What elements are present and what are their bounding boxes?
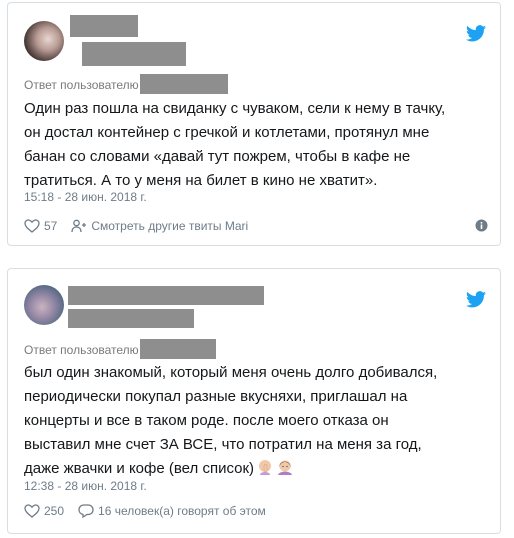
avatar[interactable] (24, 21, 64, 61)
redacted-reply-target (139, 339, 216, 359)
redacted-username (68, 309, 194, 328)
reply-to-text: Ответ пользователю (24, 343, 139, 357)
info-icon[interactable] (475, 219, 488, 232)
like-count: 57 (44, 219, 58, 233)
tweet-text: был один знакомый, который меня очень до… (24, 361, 488, 481)
tweet-actions: 57 Смотреть другие твиты Mari (24, 217, 488, 235)
like-count: 250 (44, 504, 65, 518)
tweet-timestamp[interactable]: 15:18 - 28 июн. 2018 г. (24, 190, 147, 204)
avatar[interactable] (24, 285, 64, 325)
heart-icon[interactable] (24, 219, 40, 233)
more-tweets-link[interactable]: Смотреть другие твиты Mari (91, 219, 248, 233)
tweet-card[interactable]: Ответ пользователю Один раз пошла на сви… (7, 2, 501, 246)
twitter-bird-icon[interactable] (466, 291, 486, 308)
facepalm-emoji-icon (256, 458, 274, 476)
user-icon[interactable] (71, 219, 87, 233)
shrug-emoji-icon (276, 458, 294, 476)
comment-icon[interactable] (78, 504, 94, 518)
tweet-text: Один раз пошла на свиданку с чуваком, се… (24, 100, 446, 189)
redacted-username (82, 42, 186, 66)
tweet-card[interactable]: Ответ пользователю был один знакомый, ко… (7, 268, 501, 534)
tweet-text-content: был один знакомый, который меня очень до… (24, 364, 438, 477)
tweet-actions: 250 16 человек(а) говорят об этом (24, 502, 488, 520)
redacted-display-name (68, 286, 264, 305)
heart-icon[interactable] (24, 504, 40, 518)
twitter-bird-icon[interactable] (466, 25, 486, 42)
reply-to-text: Ответ пользователю (24, 78, 139, 92)
reply-to-label: Ответ пользователю (24, 74, 228, 94)
reply-to-label: Ответ пользователю (24, 339, 216, 359)
redacted-display-name (70, 15, 138, 37)
redacted-reply-target (139, 74, 228, 94)
tweet-timestamp[interactable]: 12:38 - 28 июн. 2018 г. (24, 479, 147, 493)
conversation-link[interactable]: 16 человек(а) говорят об этом (98, 504, 266, 518)
